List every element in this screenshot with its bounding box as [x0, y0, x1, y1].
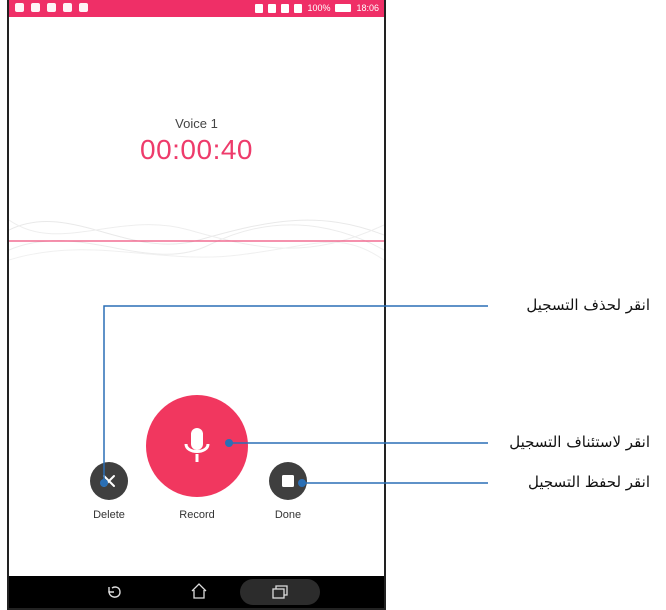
callout-dot-save [298, 479, 306, 487]
callout-dot-resume [225, 439, 233, 447]
callout-line-delete [103, 305, 488, 483]
callout-resume: انقر لاستئناف التسجيل [509, 433, 650, 451]
callout-dot-delete [100, 479, 108, 487]
callout-delete: انقر لحذف التسجيل [526, 296, 650, 314]
callout-save: انقر لحفظ التسجيل [527, 473, 650, 491]
